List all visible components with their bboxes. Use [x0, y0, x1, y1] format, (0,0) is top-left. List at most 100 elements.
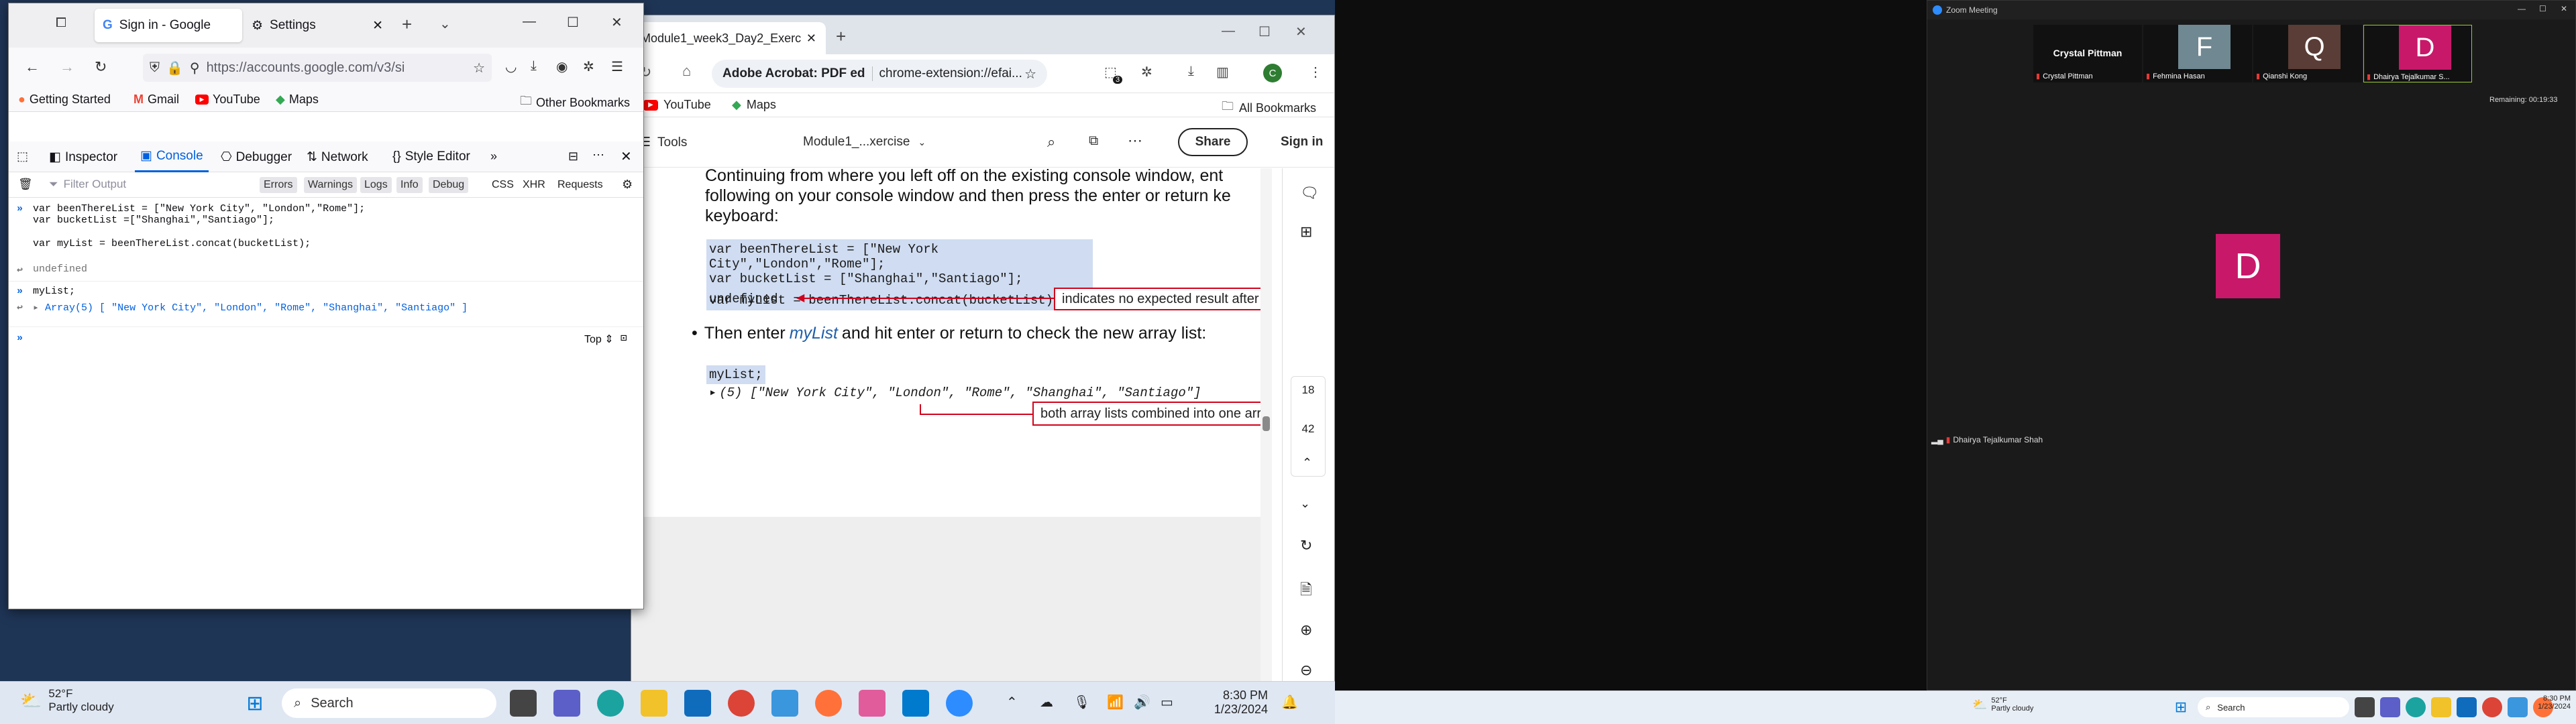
trash-icon[interactable]: 🗑 [18, 178, 33, 191]
account-icon[interactable]: ◉ [556, 58, 568, 75]
filter-errors[interactable]: Errors [260, 177, 297, 193]
chrome-icon[interactable] [2482, 697, 2502, 717]
more-icon[interactable]: ⋯ [1128, 132, 1142, 149]
filter-debug[interactable]: Debug [429, 177, 469, 193]
minimize-icon[interactable]: — [2518, 4, 2526, 13]
url-box[interactable]: Adobe Acrobat: PDF ed chrome-extension:/… [712, 60, 1047, 88]
notepad-icon[interactable] [771, 690, 798, 717]
taskbar-search[interactable]: ⌕ Search [282, 688, 496, 718]
battery-icon[interactable]: ▭ [1161, 694, 1173, 711]
shield-icon[interactable]: ⛨ [150, 60, 160, 76]
filter-requests[interactable]: Requests [557, 179, 603, 191]
context-selector[interactable]: Top ⇕ [584, 333, 614, 346]
tab-debugger[interactable]: ⎔ Debugger [221, 149, 292, 165]
star-icon[interactable]: ☆ [1024, 66, 1036, 82]
all-bookmarks[interactable]: 🗀 All Bookmarks [1222, 98, 1316, 118]
vscode-icon[interactable] [902, 690, 929, 717]
task-view-icon[interactable] [2355, 697, 2375, 717]
bookmark-maps[interactable]: ◆ Maps [276, 93, 319, 107]
zoom-in-icon[interactable]: ⊕ [1300, 621, 1312, 639]
teams-icon[interactable] [2380, 697, 2400, 717]
close-icon[interactable]: ✕ [806, 32, 816, 46]
chevron-up-icon[interactable]: ⌃ [1302, 456, 1312, 470]
expand-triangle-icon[interactable]: ▸ [33, 302, 45, 314]
windows-start-icon[interactable]: ⊞ [241, 690, 268, 717]
downloads-icon[interactable]: ⤓ [531, 58, 537, 74]
minimize-icon[interactable]: — [1222, 23, 1235, 39]
puzzle-icon[interactable]: ✲ [1141, 64, 1152, 80]
close-icon[interactable]: ✕ [372, 18, 383, 34]
close-icon[interactable]: ✕ [2561, 4, 2567, 13]
filename-dropdown[interactable]: Module1_...xercise ⌄ [803, 135, 926, 149]
console-output-2[interactable]: ↩ ▸ Array(5) [ "New York City", "London"… [9, 301, 643, 314]
participant-thumb-dhairya[interactable]: D ▮ Dhairya Tejalkumar S... [2363, 25, 2472, 82]
clock[interactable]: 8:30 PM 1/23/2024 [1194, 688, 1268, 717]
list-tabs-icon[interactable]: ⌄ [439, 15, 451, 32]
maximize-icon[interactable]: ☐ [2539, 4, 2546, 13]
back-icon[interactable]: ← [25, 58, 40, 76]
download-icon[interactable]: ⤓ [1188, 64, 1194, 79]
other-bookmarks[interactable]: 🗀 Other Bookmarks [520, 93, 630, 113]
maximize-icon[interactable]: ☐ [1258, 23, 1271, 40]
signin-link[interactable]: Sign in [1281, 135, 1323, 149]
tab-network[interactable]: ⇅ Network [307, 149, 368, 165]
close-icon[interactable]: ✕ [621, 148, 632, 165]
bookmark-maps[interactable]: ◆ Maps [732, 98, 776, 112]
bookmark-youtube[interactable]: ▶ YouTube [643, 98, 711, 112]
filter-info[interactable]: Info [396, 177, 423, 193]
mail-icon[interactable] [684, 690, 711, 717]
kebab-menu-icon[interactable]: ⋮ [1309, 64, 1322, 80]
chevron-down-icon[interactable]: ⌄ [1300, 497, 1310, 511]
reload-icon[interactable]: ↻ [95, 58, 107, 76]
share-button[interactable]: Share [1178, 128, 1248, 156]
gear-icon[interactable]: ⚙ [622, 178, 633, 192]
teams-icon[interactable] [553, 690, 580, 717]
bookmark-youtube[interactable]: ▶ YouTube [195, 93, 260, 107]
pdf-scrollbar[interactable] [1260, 168, 1272, 684]
tab-overview-icon[interactable]: ⧠ [56, 15, 66, 31]
weather-widget[interactable]: ⛅ 52°F Partly cloudy [1972, 697, 2033, 713]
participant-thumb-fehmina[interactable]: F ▮ Fehmina Hasan [2143, 25, 2252, 82]
tab-inspector[interactable]: ◧ Inspector [49, 149, 117, 165]
zoom-icon[interactable] [946, 690, 973, 717]
forward-icon[interactable]: → [60, 58, 74, 76]
zoom-out-icon[interactable]: ⊖ [1300, 662, 1312, 679]
pocket-icon[interactable]: ◡ [505, 58, 517, 75]
volume-icon[interactable]: 🔊 [1134, 694, 1150, 711]
tab-console[interactable]: ▣ Console [135, 141, 209, 172]
firefox-tab-google[interactable]: G Sign in - Google [95, 9, 242, 42]
filter-xhr[interactable]: XHR [523, 179, 545, 191]
weather-widget[interactable]: ⛅ 52°F Partly cloudy [20, 687, 114, 714]
editor-toggle-icon[interactable]: ⊡ [621, 331, 627, 345]
extensions-icon[interactable]: ✲ [583, 58, 594, 75]
hamburger-menu-icon[interactable]: ☰ [611, 58, 623, 75]
chrome-tab-pdf[interactable]: Module1_week3_Day2_Exercise ✕ [631, 22, 826, 54]
paint-icon[interactable] [859, 690, 885, 717]
maximize-icon[interactable]: ☐ [567, 14, 579, 31]
participant-thumb-crystal[interactable]: Crystal Pittman ▮ Crystal Pittman [2033, 25, 2142, 82]
bookmark-getting-started[interactable]: ● Getting Started [18, 93, 111, 107]
mail-icon[interactable] [2457, 697, 2477, 717]
acrobat-chip[interactable]: Adobe Acrobat: PDF ed [722, 66, 873, 81]
meatball-menu-icon[interactable]: ⋯ [592, 148, 604, 162]
search-icon[interactable]: ⌕ [1047, 133, 1055, 151]
bookmark-gmail[interactable]: M Gmail [133, 93, 179, 107]
new-tab-icon[interactable]: + [836, 26, 846, 47]
microphone-icon[interactable]: 🎙 [1073, 694, 1090, 711]
filter-logs[interactable]: Logs [360, 177, 392, 193]
console-prompt[interactable]: » Top ⇕ ⊡ [9, 326, 643, 349]
firefox-url-bar[interactable]: ⛨ 🔒 ⚲ https://accounts.google.com/v3/si … [143, 54, 492, 82]
onedrive-icon[interactable]: ☁ [1040, 694, 1053, 711]
participant-thumb-qianshi[interactable]: Q ▮ Qianshi Kong [2253, 25, 2362, 82]
lock-icon[interactable]: 🔒 [166, 60, 183, 76]
taskbar-search[interactable]: ⌕ Search [2198, 697, 2349, 717]
filter-input[interactable]: ⏷ Filter Output [49, 178, 126, 191]
notepad-icon[interactable] [2508, 697, 2528, 717]
rotate-icon[interactable]: ↻ [1300, 537, 1312, 554]
sidebar-icon[interactable]: ▥ [1216, 64, 1229, 80]
avatar[interactable]: C [1263, 64, 1282, 82]
file-explorer-icon[interactable] [2431, 697, 2451, 717]
star-icon[interactable]: ☆ [473, 60, 485, 76]
grid-icon[interactable]: ⊞ [1300, 223, 1312, 241]
new-tab-icon[interactable]: + [402, 14, 412, 35]
